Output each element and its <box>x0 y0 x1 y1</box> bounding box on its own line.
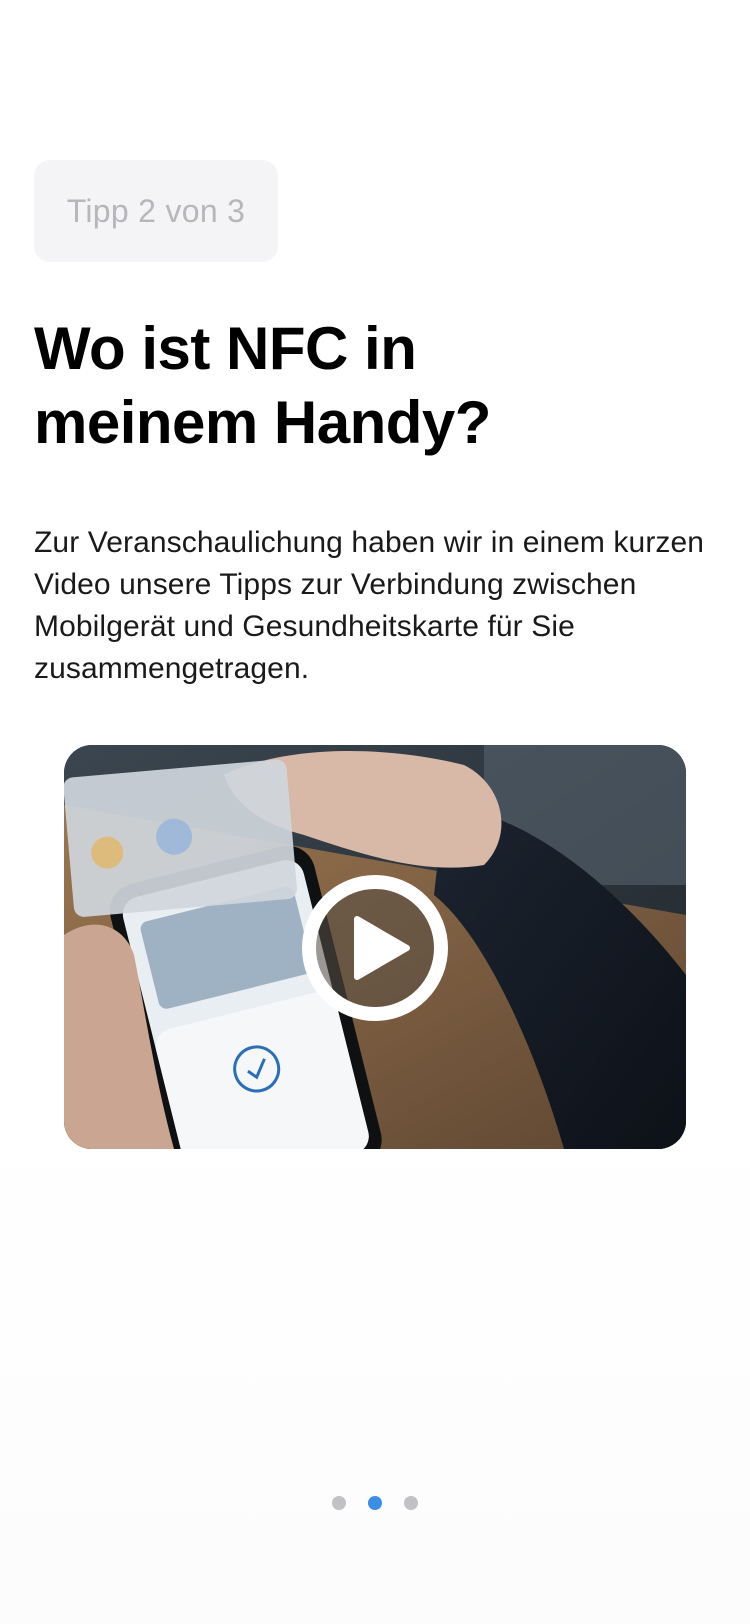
video-player[interactable] <box>64 745 686 1149</box>
page-dot-1[interactable] <box>332 1496 346 1510</box>
play-button[interactable] <box>302 875 448 1021</box>
page-dot-2-active[interactable] <box>368 1496 382 1510</box>
page-title: Wo ist NFC in meinem Handy? <box>34 312 694 460</box>
page-dot-3[interactable] <box>404 1496 418 1510</box>
onboarding-screen: Tipp 2 von 3 Wo ist NFC in meinem Handy?… <box>0 0 750 1624</box>
play-icon <box>354 916 410 980</box>
tip-counter-label: Tipp 2 von 3 <box>66 192 246 229</box>
page-indicator[interactable] <box>0 1496 750 1510</box>
page-title-line-2: meinem Handy? <box>34 389 491 456</box>
page-title-line-1: Wo ist NFC in <box>34 315 417 382</box>
description-text: Zur Veranschaulichung haben wir in einem… <box>34 526 705 685</box>
tip-counter-badge: Tipp 2 von 3 <box>34 160 278 262</box>
